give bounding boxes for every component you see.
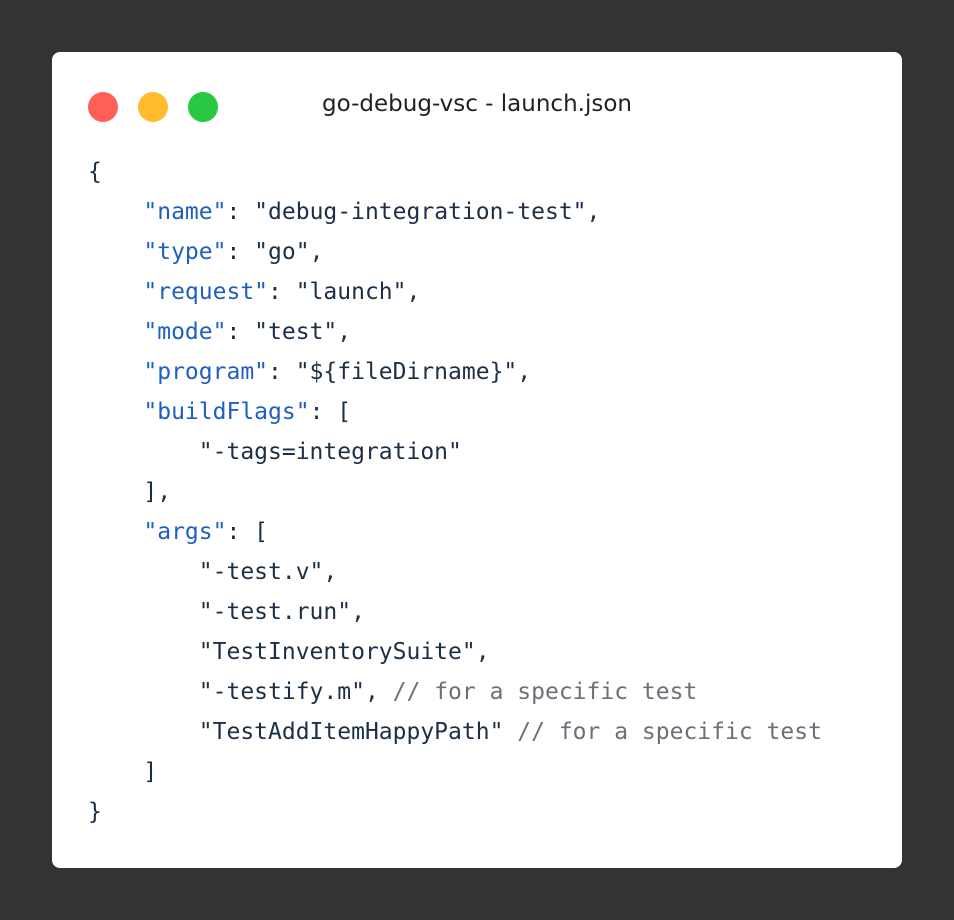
code-text: ], [143, 479, 172, 505]
code-line: "request": "launch", [88, 272, 822, 312]
code-line: "-tags=integration" [88, 432, 822, 472]
code-line: "TestAddItemHappyPath" // for a specific… [88, 712, 822, 752]
code-block[interactable]: { "name": "debug-integration-test", "typ… [88, 152, 822, 832]
code-line: "-test.v", [88, 552, 822, 592]
code-line: "name": "debug-integration-test", [88, 192, 822, 232]
code-line: ], [88, 472, 822, 512]
code-text: ] [143, 759, 158, 785]
code-text: "TestAddItemHappyPath" [198, 719, 518, 745]
json-key: "request" [143, 279, 269, 305]
code-line: } [88, 792, 822, 832]
code-line: { [88, 152, 822, 192]
code-comment: // for a specific test [517, 719, 822, 745]
code-text: : "test", [226, 319, 352, 345]
code-line: "mode": "test", [88, 312, 822, 352]
json-key: "args" [143, 519, 227, 545]
code-text: "TestInventorySuite", [198, 639, 490, 665]
json-key: "program" [143, 359, 269, 385]
json-key: "name" [143, 199, 227, 225]
code-text: "-test.run", [198, 599, 365, 625]
code-comment: // for a specific test [392, 679, 698, 705]
code-line: "-test.run", [88, 592, 822, 632]
code-line: "buildFlags": [ [88, 392, 822, 432]
json-key: "mode" [143, 319, 227, 345]
code-text: "-tags=integration" [198, 439, 462, 465]
code-line: "type": "go", [88, 232, 822, 272]
code-text: : "launch", [268, 279, 421, 305]
code-text: } [88, 799, 102, 825]
code-text: "-testify.m", [198, 679, 393, 705]
editor-window: go-debug-vsc - launch.json { "name": "de… [52, 52, 902, 868]
code-line: "TestInventorySuite", [88, 632, 822, 672]
code-line: "-testify.m", // for a specific test [88, 672, 822, 712]
code-text: : "debug-integration-test", [226, 199, 601, 225]
code-line: "program": "${fileDirname}", [88, 352, 822, 392]
code-text: : [ [226, 519, 269, 545]
code-text: { [88, 159, 102, 185]
code-text: : "${fileDirname}", [268, 359, 532, 385]
json-key: "buildFlags" [143, 399, 310, 425]
json-key: "type" [143, 239, 227, 265]
code-text: : "go", [226, 239, 324, 265]
code-text: "-test.v", [198, 559, 338, 585]
code-line: ] [88, 752, 822, 792]
code-line: "args": [ [88, 512, 822, 552]
code-text: : [ [309, 399, 352, 425]
window-title: go-debug-vsc - launch.json [322, 91, 632, 117]
